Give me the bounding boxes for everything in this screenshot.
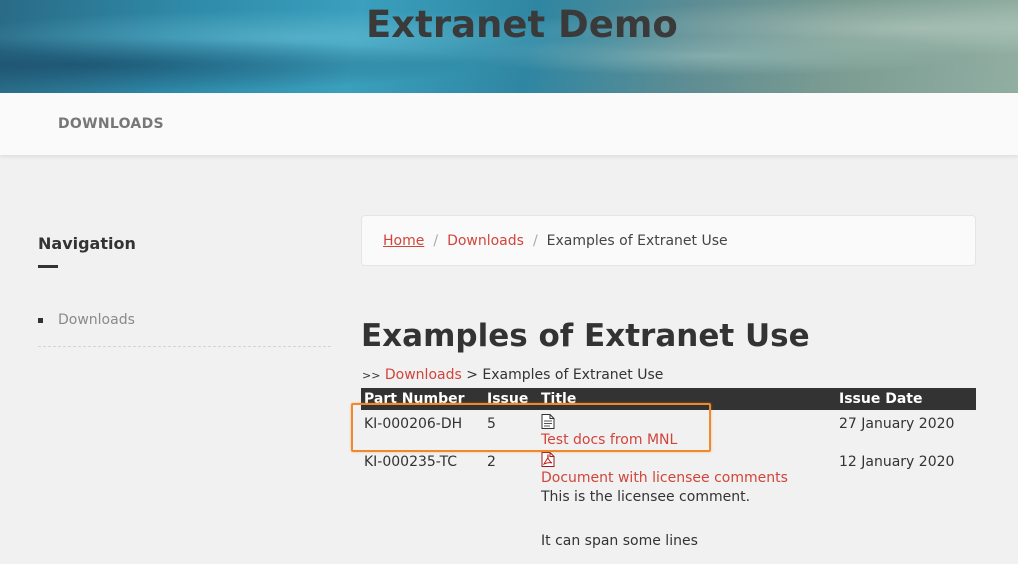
breadcrumb-separator: / bbox=[532, 232, 538, 249]
breadcrumb: Home / Downloads / Examples of Extranet … bbox=[361, 215, 976, 266]
breadcrumb-current: Examples of Extranet Use bbox=[546, 232, 728, 249]
breadcrumb-home[interactable]: Home bbox=[383, 233, 424, 249]
highlight-box bbox=[351, 403, 711, 452]
sidebar-item-downloads[interactable]: Downloads bbox=[58, 310, 331, 330]
breadcrumb-separator: / bbox=[433, 232, 439, 249]
bullet-icon bbox=[38, 318, 43, 323]
breadcrumb-downloads[interactable]: Downloads bbox=[447, 233, 524, 249]
site-title: Extranet Demo bbox=[366, 3, 678, 46]
top-navigation: DOWNLOADS bbox=[0, 93, 1018, 155]
issue-number: 2 bbox=[487, 454, 496, 470]
part-number: KI-000235-TC bbox=[364, 454, 458, 470]
licensee-comment-line: This is the licensee comment. bbox=[541, 489, 751, 505]
sidebar-list: Downloads bbox=[38, 310, 331, 347]
sidebar-title: Navigation bbox=[38, 234, 136, 253]
sidebar-title-underline bbox=[38, 265, 58, 268]
pdf-file-icon[interactable] bbox=[541, 452, 555, 467]
issue-date: 27 January 2020 bbox=[839, 416, 955, 432]
document-title-link[interactable]: Document with licensee comments bbox=[541, 470, 788, 486]
path-trail: >> Downloads > Examples of Extranet Use bbox=[362, 367, 663, 383]
topnav-downloads[interactable]: DOWNLOADS bbox=[58, 116, 164, 132]
path-downloads-link[interactable]: Downloads bbox=[385, 367, 462, 383]
page-title: Examples of Extranet Use bbox=[361, 318, 810, 354]
col-issue-date: Issue Date bbox=[839, 391, 923, 407]
header-banner: Extranet Demo bbox=[0, 0, 1018, 93]
path-prefix: >> bbox=[362, 369, 381, 382]
issue-date: 12 January 2020 bbox=[839, 454, 955, 470]
licensee-comment-line: It can span some lines bbox=[541, 533, 698, 549]
path-rest: > Examples of Extranet Use bbox=[461, 367, 664, 383]
